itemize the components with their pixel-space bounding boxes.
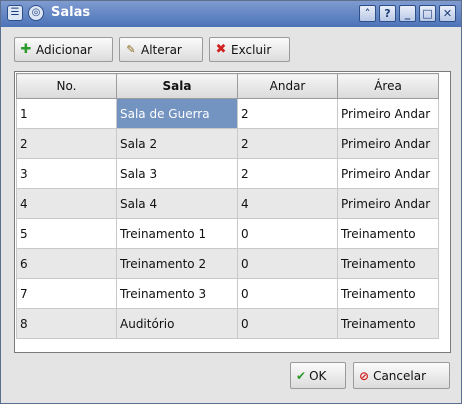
window-title: Salas — [51, 5, 91, 20]
cell-area[interactable]: Treinamento — [337, 308, 439, 339]
table-row[interactable]: 5 Treinamento 1 0 Treinamento — [16, 218, 439, 249]
table-row[interactable]: 2 Sala 2 2 Primeiro Andar — [16, 128, 439, 159]
cell-no[interactable]: 2 — [16, 128, 117, 159]
cell-area[interactable]: Primeiro Andar — [337, 188, 439, 219]
edit-icon: ✎ — [126, 42, 136, 56]
edit-button-label: Alterar — [141, 42, 182, 57]
cell-andar[interactable]: 0 — [237, 278, 338, 309]
cancel-button-label: Cancelar — [373, 368, 427, 383]
table-row[interactable]: 7 Treinamento 3 0 Treinamento — [16, 278, 439, 309]
cell-andar[interactable]: 2 — [237, 98, 338, 129]
column-header-sala[interactable]: Sala — [116, 73, 238, 99]
column-header-andar[interactable]: Andar — [237, 73, 338, 99]
table-row[interactable]: 6 Treinamento 2 0 Treinamento — [16, 248, 439, 279]
table-row[interactable]: 3 Sala 3 2 Primeiro Andar — [16, 158, 439, 189]
cell-no[interactable]: 6 — [16, 248, 117, 279]
window-menu-icon[interactable]: ☰ — [7, 5, 23, 21]
cell-no[interactable]: 1 — [16, 98, 117, 129]
cell-andar[interactable]: 0 — [237, 308, 338, 339]
cell-sala[interactable]: Treinamento 2 — [116, 248, 238, 279]
cell-no[interactable]: 8 — [16, 308, 117, 339]
cell-area[interactable]: Treinamento — [337, 278, 439, 309]
cell-area[interactable]: Primeiro Andar — [337, 158, 439, 189]
delete-button-label: Excluir — [231, 42, 272, 57]
checkmark-icon: ✔ — [296, 368, 307, 383]
column-header-area[interactable]: Área — [337, 73, 439, 99]
cancel-icon: ⊘ — [359, 368, 370, 383]
cell-andar[interactable]: 2 — [237, 158, 338, 189]
shade-icon[interactable]: ˄ — [359, 5, 376, 22]
cell-area[interactable]: Treinamento — [337, 218, 439, 249]
ok-button[interactable]: ✔ OK — [290, 362, 346, 389]
table-row[interactable]: 8 Auditório 0 Treinamento — [16, 308, 439, 339]
cell-sala[interactable]: Treinamento 1 — [116, 218, 238, 249]
table-row[interactable]: 4 Sala 4 4 Primeiro Andar — [16, 188, 439, 219]
salas-window: ☰ ◎ Salas ˄ ? _ □ ✕ ✚ Adicionar ✎ Altera… — [0, 0, 462, 404]
plus-icon: ✚ — [20, 41, 32, 57]
cell-area[interactable]: Primeiro Andar — [337, 128, 439, 159]
cancel-button[interactable]: ⊘ Cancelar — [353, 362, 450, 389]
cell-andar[interactable]: 4 — [237, 188, 338, 219]
column-header-no[interactable]: No. — [16, 73, 117, 99]
cell-sala[interactable]: Sala 3 — [116, 158, 238, 189]
maximize-icon[interactable]: □ — [419, 5, 436, 22]
cell-andar[interactable]: 0 — [237, 218, 338, 249]
cell-sala[interactable]: Sala 4 — [116, 188, 238, 219]
cell-andar[interactable]: 2 — [237, 128, 338, 159]
add-button-label: Adicionar — [36, 42, 93, 57]
cell-sala[interactable]: Sala de Guerra — [116, 98, 238, 129]
ok-button-label: OK — [309, 368, 327, 383]
cell-sala[interactable]: Auditório — [116, 308, 238, 339]
cell-no[interactable]: 7 — [16, 278, 117, 309]
cell-sala[interactable]: Sala 2 — [116, 128, 238, 159]
cell-no[interactable]: 3 — [16, 158, 117, 189]
minimize-icon[interactable]: _ — [399, 5, 416, 22]
rooms-table[interactable]: No. Sala Andar Área 1 Sala de Guerra 2 P… — [14, 71, 451, 353]
edit-button[interactable]: ✎ Alterar — [119, 37, 203, 62]
cell-no[interactable]: 4 — [16, 188, 117, 219]
table-row[interactable]: 1 Sala de Guerra 2 Primeiro Andar — [16, 98, 439, 129]
titlebar[interactable]: ☰ ◎ Salas ˄ ? _ □ ✕ — [1, 1, 461, 27]
cell-sala[interactable]: Treinamento 3 — [116, 278, 238, 309]
cell-no[interactable]: 5 — [16, 218, 117, 249]
add-button[interactable]: ✚ Adicionar — [14, 37, 113, 62]
delete-button[interactable]: ✖ Excluir — [209, 37, 290, 62]
cell-area[interactable]: Treinamento — [337, 248, 439, 279]
cell-area[interactable]: Primeiro Andar — [337, 98, 439, 129]
cell-andar[interactable]: 0 — [237, 248, 338, 279]
delete-icon: ✖ — [215, 41, 227, 57]
help-icon[interactable]: ? — [379, 5, 396, 22]
app-icon: ◎ — [28, 5, 44, 21]
close-icon[interactable]: ✕ — [439, 5, 456, 22]
